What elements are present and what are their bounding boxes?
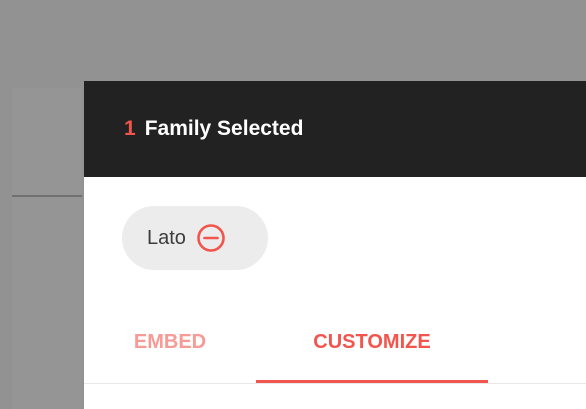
family-chip-label: Lato	[147, 226, 186, 249]
tabs-divider	[84, 383, 586, 384]
tab-customize-label: CUSTOMIZE	[313, 330, 431, 353]
remove-circle-icon[interactable]	[195, 222, 227, 254]
selection-summary: 1 Family Selected	[124, 117, 303, 141]
tab-customize[interactable]: CUSTOMIZE	[256, 301, 488, 383]
selection-drawer: 1 Family Selected Lato EMBED CUSTOMIZE	[84, 81, 586, 409]
selection-title: Family Selected	[144, 117, 304, 140]
drawer-header[interactable]: 1 Family Selected	[84, 81, 586, 177]
drawer-tabs: EMBED CUSTOMIZE	[84, 301, 586, 383]
selection-count: 1	[124, 117, 136, 140]
backdrop-divider	[12, 195, 82, 197]
tab-embed[interactable]: EMBED	[112, 301, 228, 383]
backdrop-panel	[12, 88, 82, 409]
family-chip-lato: Lato	[122, 206, 268, 270]
